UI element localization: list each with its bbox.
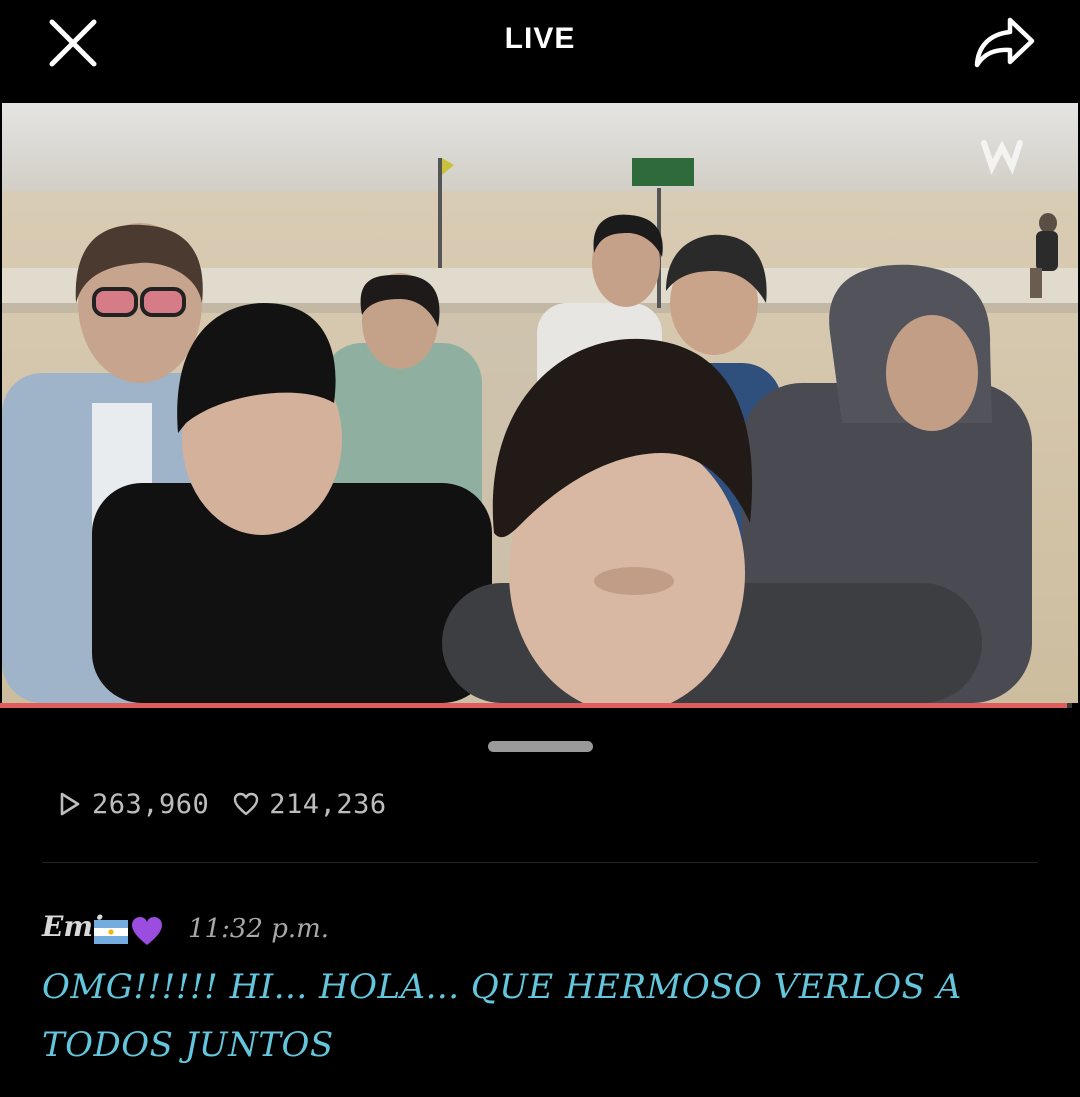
video-stats: 263,960 214,236 [56,784,401,824]
heart-outline-icon[interactable] [233,791,259,817]
like-count: 214,236 [269,788,387,820]
live-screen: LIVE 263,960 214,236 Emi 11:32 p.m. OMG!… [0,0,1080,1097]
argentina-flag-icon [94,920,128,944]
live-video-player[interactable] [2,103,1078,703]
drag-handle[interactable] [488,741,593,752]
share-button[interactable] [968,12,1040,74]
divider [42,862,1038,863]
play-count: 263,960 [92,788,210,820]
video-progress-bar[interactable] [0,703,1072,708]
share-arrow-icon [974,17,1035,68]
comment-time: 11:32 p.m. [188,914,330,944]
video-frame [2,103,1078,703]
top-bar: LIVE [0,0,1080,100]
play-icon [60,792,80,816]
purple-heart-icon [132,917,162,945]
video-progress-fill [0,703,1067,708]
comment-text: OMG!!!!!! HI... HOLA... QUE HERMOSO VERL… [42,967,962,1065]
page-title: LIVE [504,22,576,55]
